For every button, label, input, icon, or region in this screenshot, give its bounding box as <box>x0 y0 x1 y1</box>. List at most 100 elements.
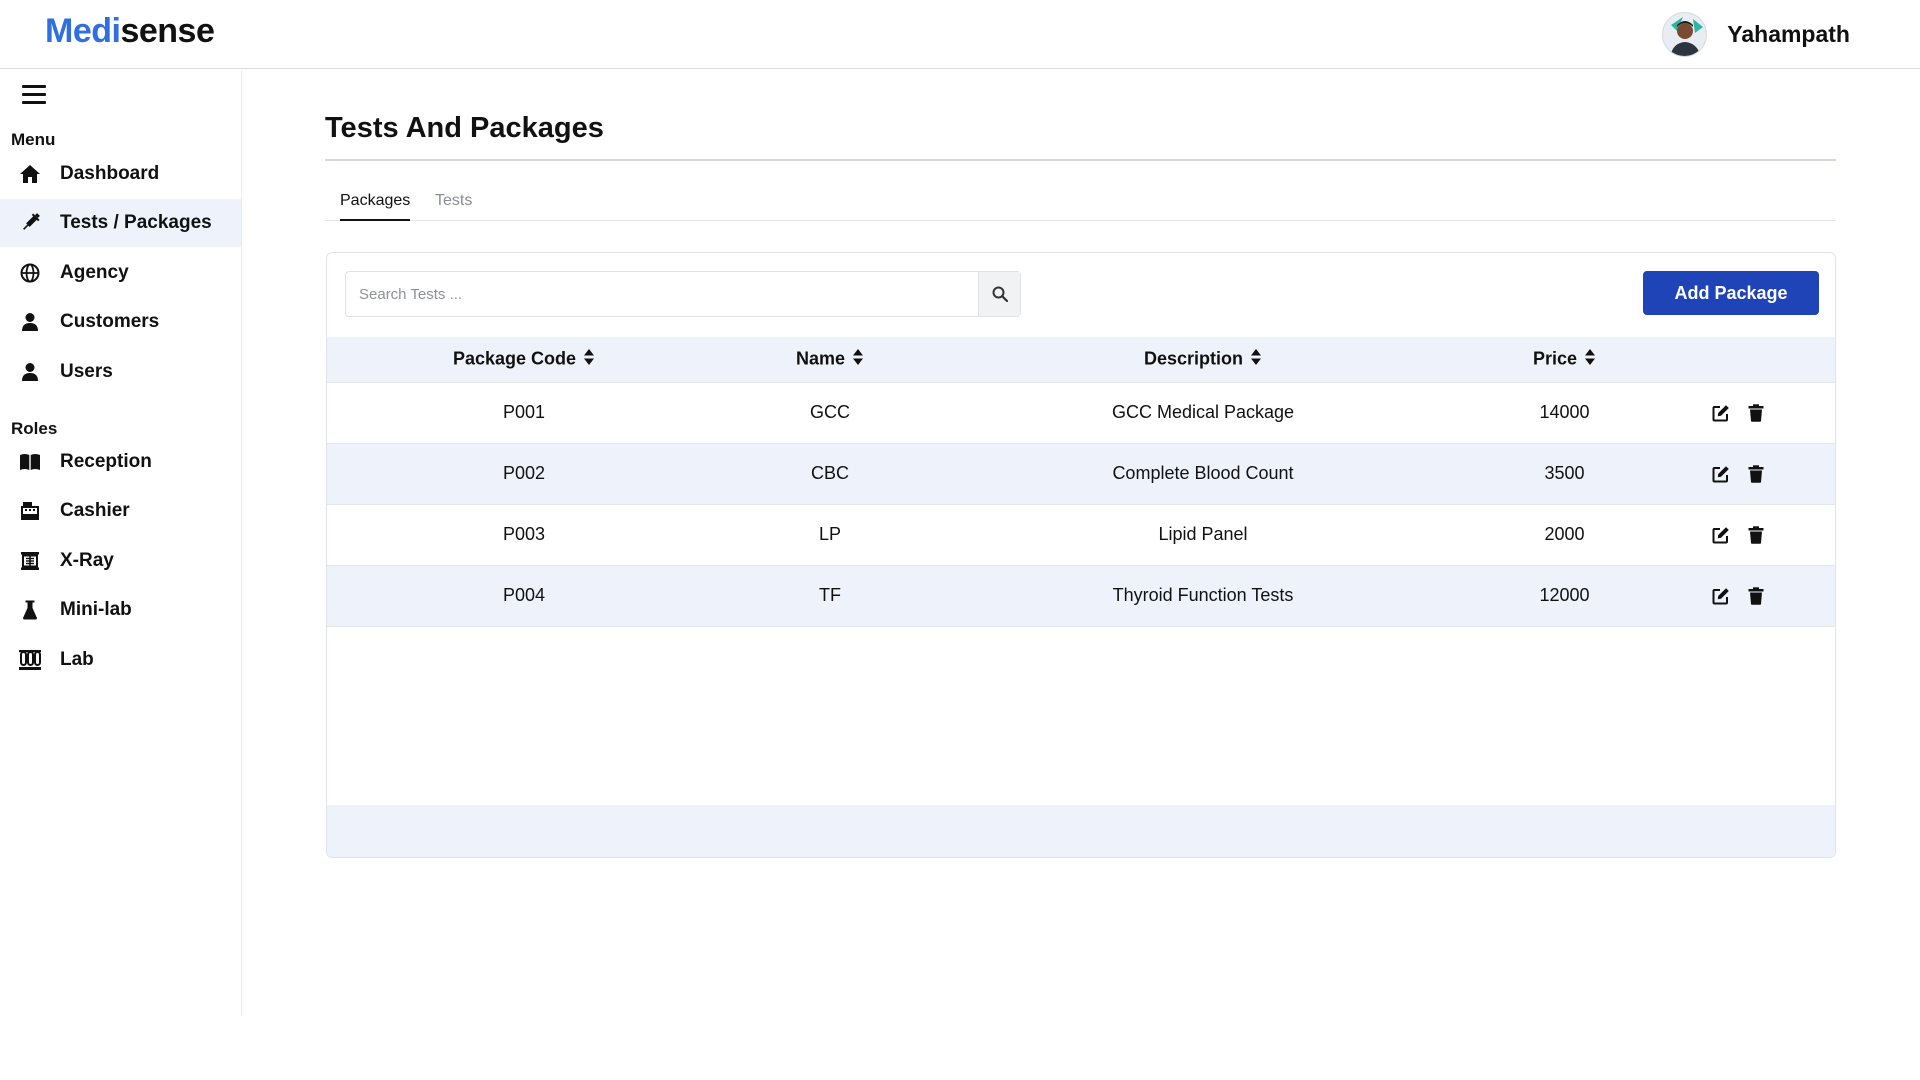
logo-text-medi: Medi <box>45 12 121 50</box>
user-name: Yahampath <box>1727 21 1850 47</box>
book-open-icon <box>19 451 41 473</box>
sidebar-item-label: Reception <box>60 451 152 472</box>
search-bar <box>345 271 1021 317</box>
user-icon <box>19 311 41 333</box>
roles-section-title: Roles <box>11 419 58 438</box>
cell-price: 12000 <box>1539 585 1590 605</box>
cell-name: CBC <box>810 463 849 483</box>
column-header-package-code[interactable]: Package Code <box>327 337 721 382</box>
table-row: P002 CBC Complete Blood Count 3500 <box>327 443 1835 504</box>
sidebar-item-cashier[interactable]: Cashier <box>0 487 241 535</box>
sort-icon[interactable] <box>1250 348 1262 371</box>
sidebar-item-tests-packages[interactable]: Tests / Packages <box>0 199 241 247</box>
table-row: P003 LP Lipid Panel 2000 <box>327 504 1835 565</box>
tab-bar: Packages Tests <box>325 190 1836 221</box>
cell-actions <box>1662 504 1835 565</box>
cell-description: Thyroid Function Tests <box>1112 585 1294 605</box>
tab-packages[interactable]: Packages <box>340 192 411 221</box>
sidebar-item-label: Customers <box>60 311 160 332</box>
sidebar-item-label: Lab <box>60 649 94 670</box>
sidebar-item-label: Dashboard <box>60 163 160 184</box>
sidebar-item-label: Mini-lab <box>60 599 132 620</box>
table-row: P001 GCC GCC Medical Package 14000 <box>327 382 1835 443</box>
user-profile[interactable]: Yahampath <box>1662 12 1850 57</box>
packages-table: Package Code Name Description Price P001… <box>327 337 1835 627</box>
sidebar-item-lab[interactable]: Lab <box>0 636 241 684</box>
cell-name: GCC <box>810 402 850 422</box>
cell-description: Lipid Panel <box>1158 524 1248 544</box>
menu-section-title: Menu <box>11 130 56 149</box>
sidebar-item-label: Cashier <box>60 500 130 521</box>
sidebar-item-dashboard[interactable]: Dashboard <box>0 150 241 198</box>
table-row: P004 TF Thyroid Function Tests 12000 <box>327 565 1835 626</box>
cell-price: 3500 <box>1544 463 1585 483</box>
search-input[interactable] <box>346 272 978 316</box>
tab-tests[interactable]: Tests <box>435 192 472 219</box>
column-header-name[interactable]: Name <box>721 337 939 382</box>
title-divider <box>325 159 1836 161</box>
edit-icon[interactable] <box>1712 404 1730 422</box>
x-ray-icon <box>19 550 41 572</box>
search-icon <box>992 286 1008 302</box>
sidebar-item-label: Tests / Packages <box>60 212 212 233</box>
sidebar-item-agency[interactable]: Agency <box>0 249 241 297</box>
trash-icon[interactable] <box>1748 404 1766 422</box>
page-title: Tests And Packages <box>325 112 604 144</box>
avatar[interactable] <box>1662 12 1708 57</box>
table-footer <box>327 805 1835 857</box>
cell-price: 2000 <box>1544 524 1585 544</box>
user-icon <box>19 361 41 383</box>
trash-icon[interactable] <box>1748 465 1766 483</box>
cell-package-code: P003 <box>502 524 546 544</box>
sort-icon[interactable] <box>583 348 595 371</box>
globe-icon <box>19 262 41 284</box>
column-header-description[interactable]: Description <box>939 337 1467 382</box>
cell-package-code: P002 <box>502 463 546 483</box>
vials-icon <box>19 649 41 671</box>
packages-card: Add Package Package Code Name Descriptio… <box>326 252 1836 858</box>
column-header-price[interactable]: Price <box>1467 337 1662 382</box>
cell-name: LP <box>818 524 842 544</box>
sidebar: Menu Dashboard Tests / Packages Agency C… <box>0 70 242 1016</box>
trash-icon[interactable] <box>1748 526 1766 544</box>
cell-name: TF <box>819 585 841 605</box>
syringe-icon <box>19 212 41 234</box>
edit-icon[interactable] <box>1712 465 1730 483</box>
edit-icon[interactable] <box>1712 587 1730 605</box>
logo-text-sense: sense <box>120 12 215 50</box>
cell-actions <box>1662 382 1835 443</box>
cell-actions <box>1662 565 1835 626</box>
search-button[interactable] <box>978 272 1020 316</box>
cell-package-code: P004 <box>502 585 546 605</box>
cell-description: Complete Blood Count <box>1112 463 1294 483</box>
add-package-button[interactable]: Add Package <box>1643 271 1819 315</box>
column-header-label: Description <box>1143 348 1244 368</box>
sidebar-item-label: X-Ray <box>60 550 114 571</box>
sidebar-item-customers[interactable]: Customers <box>0 298 241 346</box>
column-header-label: Price <box>1532 348 1578 368</box>
sort-icon[interactable] <box>852 348 864 371</box>
sidebar-item-x-ray[interactable]: X-Ray <box>0 537 241 585</box>
cell-price: 14000 <box>1539 402 1590 422</box>
sidebar-item-mini-lab[interactable]: Mini-lab <box>0 586 241 634</box>
cell-package-code: P001 <box>502 402 546 422</box>
top-header: Medisense Yahampath <box>0 0 1920 69</box>
edit-icon[interactable] <box>1712 526 1730 544</box>
column-header-label: Name <box>795 348 846 368</box>
sidebar-item-users[interactable]: Users <box>0 348 241 396</box>
table-header-row: Package Code Name Description Price <box>327 337 1835 382</box>
trash-icon[interactable] <box>1748 587 1766 605</box>
cash-register-icon <box>19 500 41 522</box>
app-logo[interactable]: Medisense <box>45 12 215 51</box>
flask-icon <box>19 599 41 621</box>
sidebar-item-label: Users <box>60 361 113 382</box>
cell-description: GCC Medical Package <box>1111 402 1295 422</box>
column-header-label: Package Code <box>452 348 577 368</box>
column-header-actions <box>1662 337 1835 382</box>
sidebar-item-reception[interactable]: Reception <box>0 438 241 486</box>
cell-actions <box>1662 443 1835 504</box>
hamburger-menu-icon[interactable] <box>22 85 46 105</box>
sidebar-item-label: Agency <box>60 262 129 283</box>
home-icon <box>19 163 41 185</box>
sort-icon[interactable] <box>1584 348 1596 371</box>
